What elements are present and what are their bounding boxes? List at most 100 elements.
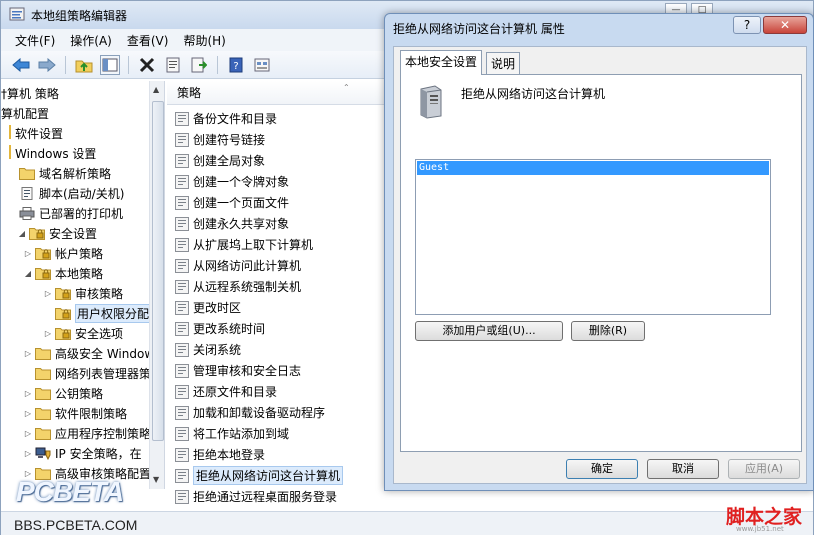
console-tree: †算机 策略 算机配置 软件设置 Windows 设置域名解析策略脚本(启动/关机) 已… (1, 81, 165, 489)
list-item[interactable]: 创建一个页面文件 (175, 192, 289, 213)
tree-item-label: 网络列表管理器策略 (55, 366, 164, 381)
menu-action[interactable]: 操作(A) (70, 32, 112, 49)
tree-item-label: 域名解析策略 (39, 166, 112, 181)
back-button[interactable] (11, 55, 31, 75)
collapsed-arrow-icon[interactable]: ▷ (23, 449, 33, 458)
up-level-button[interactable] (74, 55, 94, 75)
tree-item-label: 安全设置 (49, 226, 98, 241)
list-item-label: 从远程系统强制关机 (193, 280, 302, 294)
tree-item[interactable]: 用户权限分配 (43, 303, 152, 323)
add-user-or-group-button[interactable]: 添加用户或组(U)... (415, 321, 563, 341)
properties-dialog: 拒绝从网络访问这台计算机 属性 ? ✕ 本地安全设置 说明 拒绝从网络访问这台计… (384, 13, 814, 491)
properties-button[interactable] (163, 55, 183, 75)
tree-scrollbar[interactable]: ▲ ▼ (149, 81, 164, 489)
filter-button[interactable] (252, 55, 272, 75)
help-button[interactable]: ? (226, 55, 246, 75)
tab-label: 本地安全设置 (405, 55, 478, 69)
collapsed-arrow-icon[interactable]: ▷ (43, 289, 53, 298)
list-item[interactable]: 从远程系统强制关机 (175, 276, 301, 297)
dialog-help-button[interactable]: ? (733, 16, 761, 34)
tree-item[interactable]: ▷ 高级安全 Windows (23, 343, 160, 363)
tree-item[interactable]: 脚本(启动/关机) (17, 183, 124, 203)
list-item-user[interactable]: Guest (417, 161, 769, 175)
tab-local-security-setting[interactable]: 本地安全设置 (400, 50, 483, 75)
policy-setting-icon (175, 174, 189, 189)
scroll-down-icon[interactable]: ▼ (153, 475, 159, 484)
tree-item[interactable]: 算机配置 (1, 103, 49, 123)
ok-button[interactable]: 确定 (566, 459, 638, 479)
list-item[interactable]: 拒绝本地登录 (175, 444, 265, 465)
policy-setting-icon (175, 300, 189, 315)
list-item-label: 创建永久共享对象 (193, 217, 290, 231)
list-item[interactable]: 拒绝从网络访问这台计算机 (175, 465, 344, 486)
list-item[interactable]: 从网络访问此计算机 (175, 255, 301, 276)
list-item[interactable]: 将工作站添加到域 (175, 423, 289, 444)
tab-explain[interactable]: 说明 (486, 52, 521, 74)
list-item[interactable]: 拒绝通过远程桌面服务登录 (175, 486, 337, 507)
list-item[interactable]: 加载和卸载设备驱动程序 (175, 402, 325, 423)
list-item[interactable]: 还原文件和目录 (175, 381, 277, 402)
export-icon (191, 57, 207, 72)
list-item[interactable]: 关闭系统 (175, 339, 241, 360)
tree-item[interactable]: ▷ 审核策略 (43, 283, 123, 303)
list-item-label: 备份文件和目录 (193, 112, 278, 126)
policy-setting-icon (175, 279, 189, 294)
policy-setting-icon (175, 258, 189, 273)
collapsed-arrow-icon[interactable]: ▷ (23, 429, 33, 438)
tree-item[interactable]: ▷ 应用程序控制策略 (23, 423, 151, 443)
menu-view[interactable]: 查看(V) (127, 32, 169, 49)
list-item[interactable]: 创建全局对象 (175, 150, 265, 171)
forward-button[interactable] (37, 55, 57, 75)
collapsed-arrow-icon[interactable]: ▷ (23, 389, 33, 398)
sort-ascending-icon: ⌃ (343, 83, 350, 92)
list-item[interactable]: 更改系统时间 (175, 318, 265, 339)
expanded-arrow-icon[interactable]: ◢ (17, 229, 27, 238)
scroll-up-icon[interactable]: ▲ (153, 85, 159, 94)
column-header-label: 策略 (177, 86, 202, 100)
tree-item[interactable]: ◢ 本地策略 (23, 263, 103, 283)
tree-item[interactable]: 网络列表管理器策略 (23, 363, 163, 383)
policy-setting-icon (175, 405, 189, 420)
tree-item[interactable]: ▷ 公钥策略 (23, 383, 103, 403)
delete-button[interactable] (137, 55, 157, 75)
show-hide-tree-button[interactable] (100, 54, 120, 75)
list-item[interactable]: 从扩展坞上取下计算机 (175, 234, 313, 255)
tree-item-label: 公钥策略 (55, 386, 104, 401)
policy-list: 策略 ⌃ 备份文件和目录创建符号链接 创建全局对象 创建一个令牌对象 创建一个页面文件… (167, 81, 385, 511)
cancel-button[interactable]: 取消 (647, 459, 719, 479)
tree-item[interactable]: ▷ 软件限制策略 (23, 403, 127, 423)
tree-item[interactable]: ◢ 安全设置 (17, 223, 97, 243)
dialog-body: 本地安全设置 说明 拒绝从网络访问这台计算机 Guest 添加用户或组(U)..… (393, 46, 807, 484)
remove-button[interactable]: 删除(R) (571, 321, 645, 341)
security-folder-icon (35, 247, 51, 260)
menu-file[interactable]: 文件(F) (15, 32, 55, 49)
menu-help[interactable]: 帮助(H) (183, 32, 225, 49)
folder-up-icon (75, 60, 93, 72)
list-item[interactable]: 创建一个令牌对象 (175, 171, 289, 192)
tree-item[interactable]: ▷ 安全选项 (43, 323, 123, 343)
tree-item[interactable]: 软件设置 (9, 123, 63, 143)
tree-item[interactable]: 域名解析策略 (17, 163, 111, 183)
list-item[interactable]: 更改时区 (175, 297, 241, 318)
expanded-arrow-icon[interactable]: ◢ (23, 269, 33, 278)
toolbar-separator (65, 55, 66, 74)
list-item[interactable]: 备份文件和目录 (175, 108, 277, 129)
tree-item[interactable]: ▷ IP 安全策略，在 (23, 443, 142, 463)
tree-item[interactable]: ▷ 帐户策略 (23, 243, 103, 263)
column-header-policy[interactable]: 策略 ⌃ (167, 81, 385, 105)
collapsed-arrow-icon[interactable]: ▷ (23, 349, 33, 358)
collapsed-arrow-icon[interactable]: ▷ (43, 329, 53, 338)
export-list-button[interactable] (189, 55, 209, 75)
tree-item[interactable]: Windows 设置 (9, 143, 96, 163)
collapsed-arrow-icon[interactable]: ▷ (23, 409, 33, 418)
dialog-close-button[interactable]: ✕ (763, 16, 807, 34)
tree-item[interactable]: †算机 策略 (1, 83, 59, 103)
list-item[interactable]: 管理审核和安全日志 (175, 360, 301, 381)
users-groups-listbox[interactable]: Guest (415, 159, 771, 315)
tree-item[interactable]: 已部署的打印机 (17, 203, 123, 223)
collapsed-arrow-icon[interactable]: ▷ (23, 249, 33, 258)
policy-setting-icon (175, 153, 189, 168)
list-item[interactable]: 创建符号链接 (175, 129, 265, 150)
list-item[interactable]: 创建永久共享对象 (175, 213, 289, 234)
scroll-thumb[interactable] (152, 101, 164, 441)
